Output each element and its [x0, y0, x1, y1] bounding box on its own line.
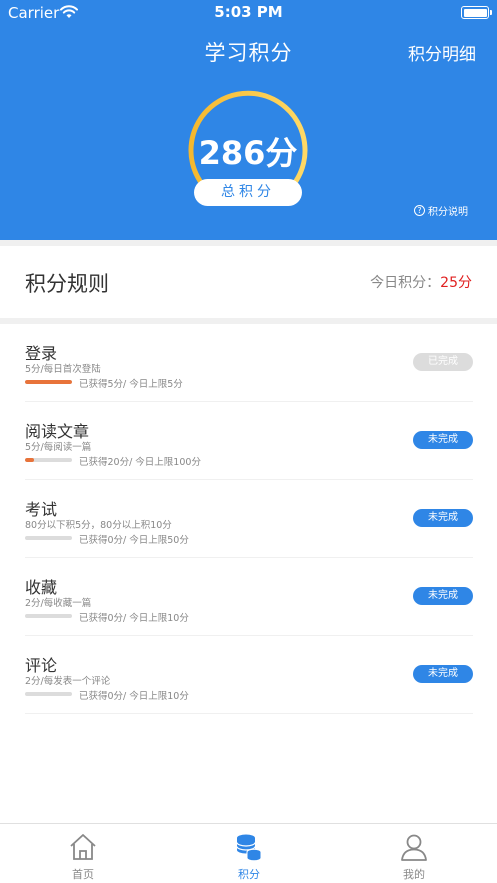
question-icon: ? — [414, 205, 425, 216]
tab-bar: 首页 积分 我的 — [0, 823, 497, 883]
task-progress-text: 已获得0分/ 今日上限50分 — [79, 535, 189, 546]
task-description: 2分/每收藏一篇 — [25, 598, 92, 609]
task-progress-bar — [25, 458, 72, 462]
today-points-label: 今日积分： — [370, 275, 441, 291]
task-item-login: 登录 5分/每日首次登陆 已获得5分/ 今日上限5分 已完成 — [25, 324, 473, 402]
tab-points[interactable]: 积分 — [166, 824, 332, 883]
task-status-button[interactable]: 未完成 — [413, 431, 473, 449]
task-progress-bar — [25, 614, 72, 618]
clock: 5:03 PM — [214, 3, 283, 21]
status-bar: Carrier 5:03 PM — [0, 0, 497, 26]
rules-title: 积分规则 — [25, 272, 109, 296]
tab-home[interactable]: 首页 — [0, 824, 166, 883]
total-score-button[interactable]: 总积分 — [194, 179, 302, 206]
points-detail-link[interactable]: 积分明细 — [408, 40, 476, 65]
coins-icon — [236, 834, 262, 862]
task-status-button[interactable]: 未完成 — [413, 509, 473, 527]
total-score: 286分 — [198, 134, 298, 172]
home-icon — [70, 834, 96, 860]
task-progress-bar — [25, 536, 72, 540]
task-description: 5分/每阅读一篇 — [25, 442, 92, 453]
task-item-exam: 考试 80分以下积5分，80分以上积10分 已获得0分/ 今日上限50分 未完成 — [25, 480, 473, 558]
tab-profile-label: 我的 — [403, 868, 425, 881]
task-item-read-article: 阅读文章 5分/每阅读一篇 已获得20分/ 今日上限100分 未完成 — [25, 402, 473, 480]
task-progress-text: 已获得20分/ 今日上限100分 — [79, 457, 201, 468]
task-item-comment: 评论 2分/每发表一个评论 已获得0分/ 今日上限10分 未完成 — [25, 636, 473, 714]
user-icon — [401, 834, 427, 861]
header: Carrier 5:03 PM 学习积分 积分明细 286分 总积分 ? 积分说… — [0, 0, 497, 240]
task-progress-fill — [25, 380, 72, 384]
task-progress-bar — [25, 692, 72, 696]
tab-points-label: 积分 — [238, 868, 260, 881]
task-status-button[interactable]: 未完成 — [413, 587, 473, 605]
task-progress-text: 已获得0分/ 今日上限10分 — [79, 691, 189, 702]
battery-icon — [461, 6, 492, 19]
tab-home-label: 首页 — [72, 868, 94, 881]
task-description: 80分以下积5分，80分以上积10分 — [25, 520, 172, 531]
points-explain-label: 积分说明 — [428, 207, 468, 218]
task-progress-bar — [25, 380, 72, 384]
task-progress-text: 已获得5分/ 今日上限5分 — [79, 379, 183, 390]
task-description: 5分/每日首次登陆 — [25, 364, 101, 375]
today-points: 今日积分：25分 — [370, 272, 472, 292]
task-description: 2分/每发表一个评论 — [25, 676, 111, 687]
task-status-button[interactable]: 已完成 — [413, 353, 473, 371]
rules-header: 积分规则 今日积分：25分 — [0, 246, 497, 318]
today-points-value: 25分 — [440, 275, 472, 291]
tab-profile[interactable]: 我的 — [331, 824, 497, 883]
task-item-favorite: 收藏 2分/每收藏一篇 已获得0分/ 今日上限10分 未完成 — [25, 558, 473, 636]
task-status-button[interactable]: 未完成 — [413, 665, 473, 683]
points-explain-link[interactable]: ? 积分说明 — [414, 203, 468, 218]
task-progress-fill — [25, 458, 35, 462]
task-progress-text: 已获得0分/ 今日上限10分 — [79, 613, 189, 624]
